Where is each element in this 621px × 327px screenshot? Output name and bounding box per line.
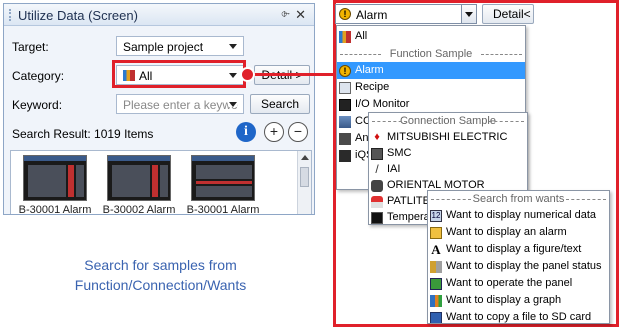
pin-icon[interactable]: ⌱ [281,8,290,21]
category-selected-value: Alarm [356,8,388,22]
thumbnail-caption: B-30001 Alarm History [186,204,260,215]
io-monitor-icon [339,99,351,111]
dropdown-item-want-sd-copy[interactable]: Want to copy a file to SD card [428,309,609,323]
thumbnail-image [191,155,255,201]
dropdown-item-all[interactable]: All [337,28,525,45]
cc-link-icon [339,116,351,128]
dropdown-item-alarm[interactable]: ! Alarm [337,62,525,79]
panel-title-bar: Utilize Data (Screen) ⌱ ✕ [4,4,314,26]
any-icon [339,133,351,145]
iqss-icon [339,150,351,162]
info-icon[interactable]: i [236,122,256,142]
thumbnail-scrollbar[interactable] [297,151,311,214]
keyword-input[interactable]: Please enter a keywo [116,94,244,114]
graph-icon [430,295,442,307]
close-icon[interactable]: ✕ [295,7,306,23]
wants-list: Search from wants 12 Want to display num… [427,190,610,324]
thumbnail-image [107,155,171,201]
utilize-data-panel: Utilize Data (Screen) ⌱ ✕ Target: Sample… [3,3,315,215]
thumbnail-list: B-30001 Alarm Frequency Displ... B-30002… [10,150,312,215]
alarm-icon: ! [339,8,351,20]
scroll-up-icon[interactable] [301,155,309,160]
operate-panel-icon [430,278,442,290]
keyword-label: Keyword: [12,98,63,112]
illustration-caption: Search for samples from Function/Connect… [0,255,321,295]
dropdown-item-iai[interactable]: / IAI [369,161,527,178]
patlite-icon [371,196,383,208]
thumbnail-caption: B-30002 Alarm Frequency Displ... [102,204,176,215]
smc-icon [371,148,383,160]
oriental-motor-icon [371,180,383,192]
category-label: Category: [12,69,65,83]
connector-line [247,73,334,76]
sd-card-icon [430,312,442,323]
dropdown-item-want-graph[interactable]: Want to display a graph [428,292,609,309]
chevron-down-icon [465,12,473,17]
alarm-display-icon [430,227,442,239]
dropdown-item-want-figure-text[interactable]: A Want to display a figure/text [428,241,609,258]
all-category-icon [339,31,351,43]
dropdown-item-want-alarm[interactable]: Want to display an alarm [428,224,609,241]
search-result-count: Search Result: 1019 Items [12,127,154,141]
thumbnail-image [23,155,87,201]
dropdown-item-want-numerical[interactable]: 12 Want to display numerical data [428,207,609,224]
scroll-thumb[interactable] [300,167,309,187]
caption-line-2: Function/Connection/Wants [74,277,247,293]
recipe-icon [339,82,351,94]
iai-icon: / [375,162,379,176]
caption-line-1: Search for samples from [84,257,237,273]
drag-grip-icon[interactable] [9,9,11,21]
category-select-expanded[interactable]: ! Alarm [335,4,477,24]
search-button[interactable]: Search [250,94,310,114]
target-label: Target: [12,40,49,54]
mitsubishi-logo-icon: ♦ [374,131,380,143]
panel-status-icon [430,261,442,273]
dropdown-item-want-panel-status[interactable]: Want to display the panel status [428,258,609,275]
panel-title: Utilize Data (Screen) [18,8,138,23]
dropdown-item-want-operate[interactable]: Want to operate the panel [428,275,609,292]
zoom-in-icon[interactable]: + [264,122,284,142]
dropdown-item-io-monitor[interactable]: I/O Monitor [337,96,525,113]
target-value: Sample project [123,40,204,54]
target-select[interactable]: Sample project [116,36,244,56]
temperature-icon [371,212,383,224]
zoom-out-icon[interactable]: − [288,122,308,142]
numeric-display-icon: 12 [430,210,442,222]
dropdown-item-recipe[interactable]: Recipe [337,79,525,96]
connector-dot [240,67,255,82]
keyword-placeholder: Please enter a keywo [123,98,238,112]
wants-separator: Search from wants [428,192,609,206]
chevron-down-icon [229,102,237,107]
thumbnail-caption: B-30001 Alarm Frequency Displ... [18,204,92,215]
dropdown-item-mitsubishi[interactable]: ♦ MITSUBISHI ELECTRIC [369,129,527,146]
function-sample-separator: Function Sample [337,47,525,61]
dropdown-item-smc[interactable]: SMC [369,145,527,162]
text-icon: A [431,242,441,257]
connection-sample-separator: Connection Sample [369,114,527,128]
dropdown-toggle[interactable] [461,5,476,23]
category-highlight-frame [112,60,246,88]
chevron-down-icon [229,44,237,49]
detail-collapse-button[interactable]: Detail< [482,4,534,24]
alarm-icon: ! [339,65,351,77]
